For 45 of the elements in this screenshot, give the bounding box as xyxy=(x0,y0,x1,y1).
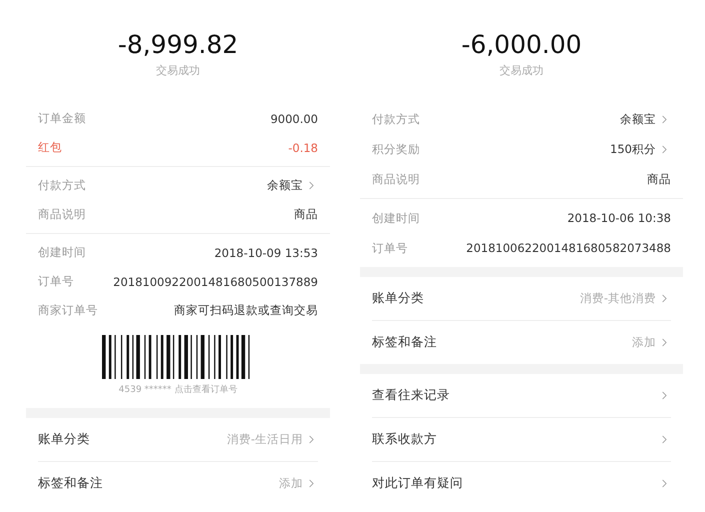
menu-value: 消费-其他消费 xyxy=(580,291,656,306)
menu-row[interactable]: 账单分类 消费-生活日用 xyxy=(38,418,318,461)
detail-label: 付款方式 xyxy=(38,178,86,193)
detail-label: 商品说明 xyxy=(372,172,420,186)
menu-value: 添加 xyxy=(279,476,303,491)
detail-value: -0.18 xyxy=(288,140,318,154)
detail-label: 订单号 xyxy=(38,274,74,289)
menu-row[interactable]: 对此订单有疑问 xyxy=(372,461,671,505)
detail-label: 付款方式 xyxy=(372,112,420,126)
status-text: 交易成功 xyxy=(500,63,544,78)
menu-row[interactable]: 账单分类 消费-其他消费 xyxy=(372,277,671,320)
menu-label: 账单分类 xyxy=(372,290,424,307)
detail-value: 2018100922001481680500137889 xyxy=(113,274,318,288)
menu-label: 账单分类 xyxy=(38,431,90,448)
menu-row[interactable]: 查看往来记录 xyxy=(372,374,671,417)
amount-text: -8,999.82 xyxy=(118,30,238,60)
detail-value[interactable]: 150积分 xyxy=(610,142,671,156)
menu-label: 标签和备注 xyxy=(38,475,103,492)
detail-value: 商品 xyxy=(294,207,318,222)
detail-value: 2018-10-06 10:38 xyxy=(567,211,671,225)
menu-label: 对此订单有疑问 xyxy=(372,475,463,492)
menu-value: 添加 xyxy=(632,335,656,350)
detail-label: 商品说明 xyxy=(38,207,86,222)
menu-label: 标签和备注 xyxy=(372,334,437,351)
menu-row[interactable]: 标签和备注 添加 xyxy=(38,461,318,505)
detail-value: 2018100622001481680582073488 xyxy=(466,241,671,255)
detail-value: 商品 xyxy=(647,172,671,186)
detail-label: 创建时间 xyxy=(372,210,420,226)
detail-label: 订单金额 xyxy=(38,111,86,126)
detail-value[interactable]: 余额宝 xyxy=(267,178,318,193)
detail-label: 订单号 xyxy=(372,240,408,256)
detail-label: 积分奖励 xyxy=(372,142,420,156)
amount-text: -6,000.00 xyxy=(461,30,582,60)
menu-value: 消费-生活日用 xyxy=(226,432,303,447)
detail-value: 商家可扫码退款或查询交易 xyxy=(174,303,318,318)
detail-value: 9000.00 xyxy=(270,112,318,126)
menu-label: 查看往来记录 xyxy=(372,387,450,404)
detail-value: 2018-10-09 13:53 xyxy=(214,246,318,260)
menu-label: 联系收款方 xyxy=(372,431,437,448)
detail-value[interactable]: 余额宝 xyxy=(620,112,671,126)
detail-label: 商家订单号 xyxy=(38,303,98,318)
detail-label: 红包 xyxy=(38,140,62,155)
detail-label: 创建时间 xyxy=(38,245,86,260)
menu-row[interactable]: 联系收款方 xyxy=(372,417,671,461)
status-text: 交易成功 xyxy=(156,63,200,78)
